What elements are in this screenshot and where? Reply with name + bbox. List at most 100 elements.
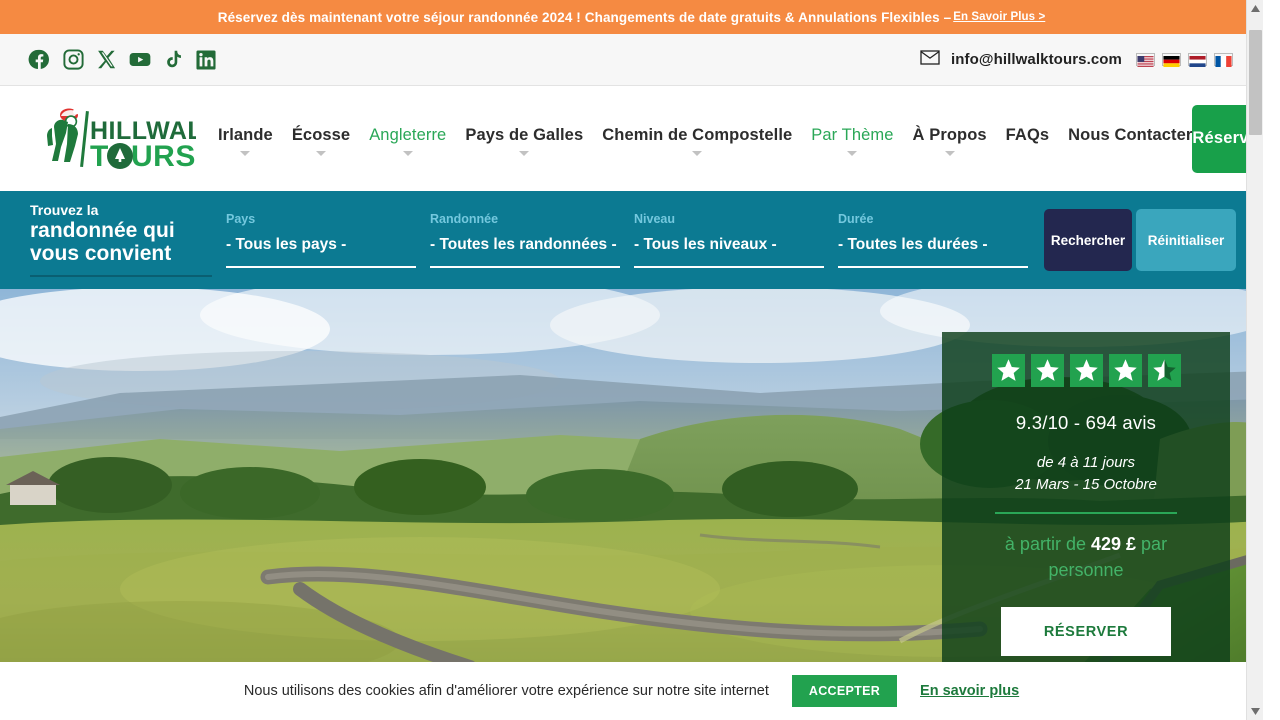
- heading-rule: [30, 274, 212, 277]
- filter-value: - Tous les niveaux -: [634, 236, 777, 253]
- rating-stars: [991, 354, 1181, 387]
- price-prefix: à partir de: [1004, 534, 1086, 554]
- nav-label: Par Thème: [811, 125, 894, 144]
- site-logo[interactable]: HILLWALK T URS: [28, 103, 221, 175]
- nav-label: Nous Contacter: [1068, 125, 1193, 144]
- filter-duree[interactable]: Durée - Toutes les durées -: [838, 212, 1028, 268]
- filter-underline: [838, 266, 1028, 268]
- instagram-icon[interactable]: [62, 48, 85, 71]
- nav-item-irlande[interactable]: Irlande: [218, 126, 273, 156]
- tour-finder: Trouvez la randonnée qui vous convient P…: [0, 191, 1263, 289]
- filter-label: Durée: [838, 212, 874, 226]
- chevron-down-icon: [944, 150, 955, 156]
- flag-de[interactable]: [1162, 53, 1181, 67]
- scroll-up-arrow-icon[interactable]: [1247, 0, 1263, 17]
- filter-underline: [226, 266, 416, 268]
- reset-button[interactable]: Réinitialiser: [1136, 209, 1236, 271]
- card-book-button[interactable]: RÉSERVER: [1001, 607, 1171, 656]
- price-amount: 429 £: [1090, 534, 1137, 554]
- tour-summary-card: 9.3/10 - 694 avis de 4 à 11 jours 21 Mar…: [942, 332, 1230, 667]
- tour-price: à partir de 429 £ par personne: [981, 531, 1191, 583]
- flag-nl[interactable]: [1188, 53, 1207, 67]
- filter-pays[interactable]: Pays - Tous les pays -: [226, 212, 416, 268]
- page-scrollbar[interactable]: [1246, 0, 1263, 720]
- chevron-down-icon: [402, 150, 413, 156]
- star-icon-5-half: [1147, 354, 1181, 387]
- svg-text:URS: URS: [131, 140, 196, 173]
- filter-label: Randonnée: [430, 212, 499, 226]
- filter-underline: [430, 266, 620, 268]
- heading-line-1: Trouvez la: [30, 201, 99, 218]
- tour-season: 21 Mars - 15 Octobre: [1015, 476, 1157, 493]
- x-twitter-icon[interactable]: [96, 49, 117, 70]
- utility-bar-right: info@hillwalktours.com: [920, 49, 1233, 70]
- chevron-down-icon: [240, 150, 251, 156]
- youtube-icon[interactable]: [128, 48, 152, 71]
- filter-randonnee[interactable]: Randonnée - Toutes les randonnées -: [430, 212, 620, 268]
- promo-banner-link[interactable]: En Savoir Plus >: [953, 11, 1045, 23]
- nav-label: Angleterre: [369, 125, 447, 144]
- nav-item-pays-de-galles[interactable]: Pays de Galles: [465, 126, 583, 156]
- nav-item-par-theme[interactable]: Par Thème: [811, 126, 893, 156]
- tour-meta: de 4 à 11 jours 21 Mars - 15 Octobre: [1015, 452, 1157, 496]
- page-root: Réservez dès maintenant votre séjour ran…: [0, 0, 1263, 720]
- card-divider: [995, 512, 1177, 514]
- nav-label: Irlande: [218, 125, 273, 144]
- utility-bar: info@hillwalktours.com: [0, 34, 1263, 86]
- flag-fr[interactable]: [1214, 53, 1233, 67]
- nav-label: Chemin de Compostelle: [602, 125, 793, 144]
- envelope-icon: [920, 49, 940, 70]
- finder-actions: Rechercher Réinitialiser: [1044, 209, 1236, 271]
- chevron-down-icon: [847, 150, 858, 156]
- heading-line-2: randonnée qui: [30, 218, 175, 242]
- chevron-down-icon: [692, 150, 703, 156]
- cookie-consent-bar: Nous utilisons des cookies afin d'amélio…: [0, 662, 1263, 720]
- promo-banner-text: Réservez dès maintenant votre séjour ran…: [217, 9, 952, 25]
- nav-label: Pays de Galles: [465, 125, 584, 144]
- rating-summary: 9.3/10 - 694 avis: [1015, 412, 1157, 433]
- nav-item-faqs[interactable]: FAQs: [1006, 126, 1050, 156]
- filter-value: - Toutes les randonnées -: [430, 236, 617, 253]
- filter-value: - Toutes les durées -: [838, 236, 988, 253]
- chevron-down-icon: [519, 150, 530, 156]
- filter-label: Niveau: [634, 212, 675, 226]
- cookie-message: Nous utilisons des cookies afin d'amélio…: [243, 683, 769, 699]
- cookie-learn-more-link[interactable]: En savoir plus: [920, 683, 1019, 699]
- nav-item-chemin-de-compostelle[interactable]: Chemin de Compostelle: [602, 126, 792, 156]
- cookie-accept-button[interactable]: ACCEPTER: [791, 675, 898, 707]
- nav-item-ecosse[interactable]: Écosse: [292, 126, 350, 156]
- nav-item-a-propos[interactable]: À Propos: [913, 126, 987, 156]
- star-icon-3: [1069, 354, 1103, 387]
- facebook-icon[interactable]: [28, 48, 51, 71]
- linkedin-icon[interactable]: [195, 49, 217, 71]
- tiktok-icon[interactable]: [163, 48, 184, 71]
- tour-finder-heading: Trouvez la randonnée qui vous convient: [30, 202, 212, 279]
- star-icon-1: [991, 354, 1025, 387]
- social-links: [28, 48, 217, 71]
- nav-label: Écosse: [291, 125, 351, 144]
- filter-niveau[interactable]: Niveau - Tous les niveaux -: [634, 212, 824, 268]
- language-switcher: [1136, 53, 1233, 67]
- scroll-down-arrow-icon[interactable]: [1247, 703, 1263, 720]
- nav-item-nous-contacter[interactable]: Nous Contacter: [1068, 126, 1192, 156]
- flag-us[interactable]: [1136, 53, 1155, 67]
- primary-nav: Irlande Écosse Angleterre Pays de Galles…: [218, 122, 1192, 156]
- scrollbar-thumb[interactable]: [1249, 30, 1262, 135]
- search-button[interactable]: Rechercher: [1044, 209, 1132, 271]
- tour-duration: de 4 à 11 jours: [1036, 454, 1136, 471]
- chevron-down-icon: [316, 150, 326, 156]
- nav-item-angleterre[interactable]: Angleterre: [369, 126, 446, 156]
- hero-section: 9.3/10 - 694 avis de 4 à 11 jours 21 Mar…: [0, 289, 1263, 667]
- email-address: info@hillwalktours.com: [950, 51, 1122, 68]
- email-contact[interactable]: info@hillwalktours.com: [920, 49, 1122, 70]
- filter-label: Pays: [226, 212, 256, 226]
- heading-line-3: vous convient: [30, 241, 172, 265]
- svg-text:T: T: [90, 140, 109, 173]
- filter-value: - Tous les pays -: [226, 236, 347, 253]
- star-icon-4: [1108, 354, 1142, 387]
- nav-label: FAQs: [1005, 125, 1050, 144]
- nav-label: À Propos: [912, 125, 987, 144]
- filter-underline: [634, 266, 824, 268]
- star-icon-2: [1030, 354, 1064, 387]
- main-navbar: HILLWALK T URS Irlande Écosse Angleterre: [0, 86, 1263, 191]
